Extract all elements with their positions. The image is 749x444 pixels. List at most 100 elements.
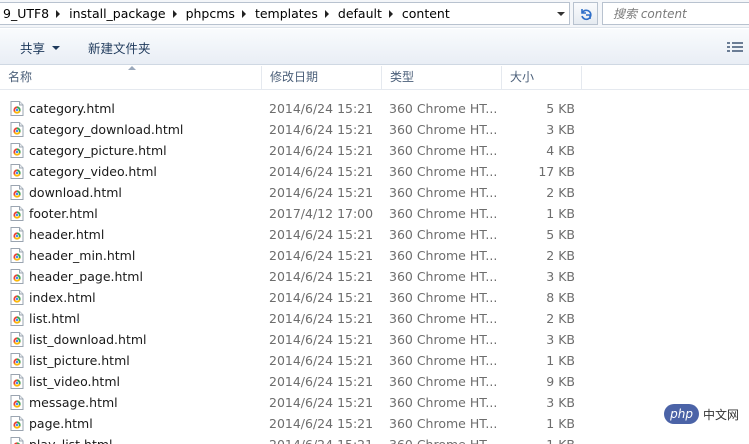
table-row[interactable]: download.html 2014/6/24 15:21 360 Chrome H… xyxy=(0,182,749,203)
file-size: 3 KB xyxy=(546,332,575,347)
file-name: index.html xyxy=(29,290,96,305)
table-row[interactable]: list_picture.html 2014/6/24 15:21 360 Chro… xyxy=(0,350,749,371)
view-options-icon[interactable] xyxy=(727,41,743,53)
file-type: 360 Chrome HT... xyxy=(389,164,498,179)
chevron-right-icon[interactable] xyxy=(56,9,61,18)
file-name: category_video.html xyxy=(29,164,157,179)
address-history-dropdown[interactable] xyxy=(552,3,569,24)
file-name: header_page.html xyxy=(29,269,143,284)
file-modified-date: 2014/6/24 15:21 xyxy=(269,101,374,116)
new-folder-button[interactable]: 新建文件夹 xyxy=(88,37,151,58)
browser-html-file-icon xyxy=(10,395,24,410)
table-row[interactable]: list_video.html 2014/6/24 15:21 360 Chrome… xyxy=(0,371,749,392)
chevron-right-icon[interactable] xyxy=(388,9,393,18)
file-name: play_list.html xyxy=(29,434,113,444)
table-row[interactable]: list.html 2014/6/24 15:21 360 Chrome HT...… xyxy=(0,308,749,329)
browser-html-file-icon xyxy=(10,248,24,263)
file-size: 1 KB xyxy=(546,353,575,368)
file-name: category_download.html xyxy=(29,122,184,137)
browser-html-file-icon xyxy=(10,227,24,242)
file-modified-date: 2014/6/24 15:21 xyxy=(269,269,374,284)
file-name: list_download.html xyxy=(29,332,147,347)
table-row[interactable]: list_download.html 2014/6/24 15:21 360 Chr… xyxy=(0,329,749,350)
file-modified-date: 2014/6/24 15:21 xyxy=(269,416,374,431)
browser-html-file-icon xyxy=(10,311,24,326)
table-row[interactable]: page.html 2014/6/24 15:21 360 Chrome HT...… xyxy=(0,413,749,434)
file-name: page.html xyxy=(29,416,93,431)
search-box[interactable] xyxy=(602,2,749,25)
column-header-size[interactable]: 大小 xyxy=(502,66,582,90)
file-name: list_picture.html xyxy=(29,353,130,368)
file-type: 360 Chrome HT... xyxy=(389,143,498,158)
breadcrumb-item-content[interactable]: content xyxy=(399,3,455,24)
file-name: footer.html xyxy=(29,206,98,221)
file-modified-date: 2014/6/24 15:21 xyxy=(269,143,374,158)
file-name: category_picture.html xyxy=(29,143,167,158)
share-label: 共享 xyxy=(20,41,46,56)
table-row[interactable]: category_download.html 2014/6/24 15:21 360… xyxy=(0,119,749,140)
browser-html-file-icon xyxy=(10,437,24,444)
file-type: 360 Chrome HT... xyxy=(389,416,498,431)
breadcrumb-item-install-package[interactable]: install_package xyxy=(66,3,170,24)
site-watermark: php 中文网 xyxy=(664,404,739,424)
breadcrumb-item-utf8[interactable]: 9_UTF8 xyxy=(0,3,54,24)
table-row[interactable]: category.html 2014/6/24 15:21 360 Chrome H… xyxy=(0,98,749,119)
file-size: 1 KB xyxy=(546,206,575,221)
file-size: 17 KB xyxy=(538,164,575,179)
file-type: 360 Chrome HT... xyxy=(389,353,498,368)
table-row[interactable]: header_min.html 2014/6/24 15:21 360 Chrome… xyxy=(0,245,749,266)
file-type: 360 Chrome HT... xyxy=(389,374,498,389)
breadcrumb-item-phpcms[interactable]: phpcms xyxy=(183,3,240,24)
chevron-right-icon[interactable] xyxy=(324,9,329,18)
file-type: 360 Chrome HT... xyxy=(389,206,498,221)
table-row[interactable]: category_video.html 2014/6/24 15:21 360 Ch… xyxy=(0,161,749,182)
file-type: 360 Chrome HT... xyxy=(389,269,498,284)
table-row[interactable]: category_picture.html 2014/6/24 15:21 360 … xyxy=(0,140,749,161)
watermark-text: 中文网 xyxy=(702,407,739,422)
table-row[interactable]: play_list.html 2014/6/24 15:21 360 Chrome … xyxy=(0,434,749,444)
breadcrumb-item-templates[interactable]: templates xyxy=(252,3,323,24)
file-modified-date: 2014/6/24 15:21 xyxy=(269,290,374,305)
browser-html-file-icon xyxy=(10,122,24,137)
file-type: 360 Chrome HT... xyxy=(389,227,498,242)
browser-html-file-icon xyxy=(10,164,24,179)
table-row[interactable]: footer.html 2017/4/12 17:00 360 Chrome HT.… xyxy=(0,203,749,224)
file-type: 360 Chrome HT... xyxy=(389,122,498,137)
browser-html-file-icon xyxy=(10,416,24,431)
search-input[interactable] xyxy=(603,3,749,24)
file-type: 360 Chrome HT... xyxy=(389,311,498,326)
browser-html-file-icon xyxy=(10,374,24,389)
browser-html-file-icon xyxy=(10,143,24,158)
file-modified-date: 2014/6/24 15:21 xyxy=(269,434,373,444)
file-name: header_min.html xyxy=(29,248,136,263)
table-row[interactable]: header.html 2014/6/24 15:21 360 Chrome HT.… xyxy=(0,224,749,245)
refresh-icon xyxy=(580,8,592,20)
file-size: 2 KB xyxy=(546,311,575,326)
table-row[interactable]: index.html 2014/6/24 15:21 360 Chrome HT..… xyxy=(0,287,749,308)
file-name: list_video.html xyxy=(29,374,120,389)
column-header-name[interactable]: 名称 xyxy=(0,66,262,90)
chevron-right-icon[interactable] xyxy=(172,9,177,18)
file-size: 5 KB xyxy=(546,101,575,116)
file-size: 3 KB xyxy=(546,269,575,284)
file-type: 360 Chrome HT... xyxy=(389,248,498,263)
address-bar: 9_UTF8 install_package phpcms templates … xyxy=(0,0,749,28)
file-modified-date: 2014/6/24 15:21 xyxy=(269,185,374,200)
breadcrumb[interactable]: 9_UTF8 install_package phpcms templates … xyxy=(0,2,570,25)
browser-html-file-icon xyxy=(10,290,24,305)
column-header-type[interactable]: 类型 xyxy=(382,66,502,90)
file-size: 5 KB xyxy=(546,227,575,242)
file-size: 3 KB xyxy=(546,122,575,137)
chevron-right-icon[interactable] xyxy=(241,9,246,18)
column-header-date[interactable]: 修改日期 xyxy=(262,66,382,90)
file-type: 360 Chrome HT... xyxy=(389,101,498,116)
file-name: download.html xyxy=(29,185,122,200)
table-row[interactable]: header_page.html 2014/6/24 15:21 360 Chrom… xyxy=(0,266,749,287)
breadcrumb-item-default[interactable]: default xyxy=(335,3,387,24)
file-size: 2 KB xyxy=(546,185,575,200)
new-folder-label: 新建文件夹 xyxy=(88,41,151,56)
file-type: 360 Chrome HT... xyxy=(389,434,497,444)
refresh-button[interactable] xyxy=(573,2,598,25)
share-button[interactable]: 共享 xyxy=(20,37,61,58)
table-row[interactable]: message.html 2014/6/24 15:21 360 Chrome HT… xyxy=(0,392,749,413)
